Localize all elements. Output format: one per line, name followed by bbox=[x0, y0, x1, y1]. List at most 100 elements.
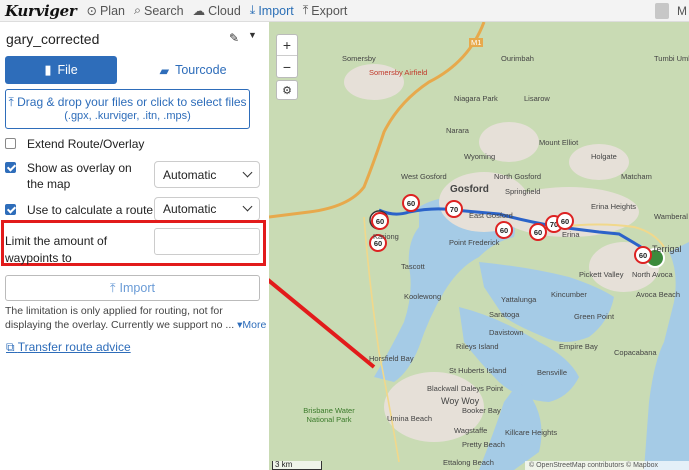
zoom-control: + − bbox=[276, 34, 298, 78]
place-label: Kincumber bbox=[551, 290, 587, 299]
tab-tourcode[interactable]: ▰ Tourcode bbox=[124, 56, 262, 84]
limitation-note: The limitation is only applied for routi… bbox=[5, 305, 267, 331]
user-menu-initial[interactable]: M bbox=[677, 4, 687, 18]
speed-limit-sign: 60 bbox=[402, 194, 420, 212]
upload-icon: ⤒ bbox=[110, 280, 116, 295]
place-label: Pickett Valley bbox=[579, 270, 624, 279]
place-label: Kariong bbox=[373, 232, 399, 241]
speed-limit-sign: 60 bbox=[371, 212, 389, 230]
nav-export[interactable]: ⤒ Export bbox=[303, 3, 348, 18]
nav-plan[interactable]: ⊙ Plan bbox=[86, 3, 125, 19]
place-label: Copacabana bbox=[614, 348, 657, 357]
place-label: Somersby bbox=[342, 54, 376, 63]
tab-file[interactable]: ▮ File bbox=[5, 56, 117, 84]
calculate-route-checkbox[interactable] bbox=[5, 204, 16, 215]
speed-limit-sign: 60 bbox=[634, 246, 652, 264]
import-icon: ⤓ bbox=[249, 3, 256, 17]
place-label: Erina bbox=[562, 230, 580, 239]
speed-limit-sign: 60 bbox=[556, 212, 574, 230]
compass-icon: ⊙ bbox=[86, 4, 97, 18]
top-nav-bar: Kurviger ⊙ Plan ⌕ Search ☁ Cloud ⤓ Import ⤒ E… bbox=[0, 0, 689, 22]
file-icon: ▮ bbox=[44, 62, 52, 77]
extend-route-checkbox[interactable] bbox=[5, 138, 16, 149]
calculate-select[interactable]: Automatic bbox=[154, 197, 260, 221]
overlay-checkbox[interactable] bbox=[5, 162, 16, 173]
place-label: Saratoga bbox=[489, 310, 520, 319]
map-settings-button[interactable]: ⚙ bbox=[276, 80, 298, 100]
place-label: Rileys Island bbox=[456, 342, 499, 351]
more-link[interactable]: ▾More bbox=[237, 319, 266, 331]
overlay-label: Show as overlay on the map bbox=[27, 161, 132, 191]
place-label: Gosford bbox=[450, 184, 489, 195]
place-label: Wamberal bbox=[654, 212, 688, 221]
extend-route-row[interactable]: Extend Route/Overlay bbox=[5, 137, 144, 151]
file-dropzone[interactable]: ⤒ Drag & drop your files or click to sel… bbox=[5, 89, 250, 129]
place-label: Holgate bbox=[591, 152, 617, 161]
nav-import[interactable]: ⤓ Import bbox=[250, 3, 294, 18]
place-label: Davistown bbox=[489, 328, 524, 337]
place-label: Erina Heights bbox=[591, 202, 637, 211]
place-label: St Huberts Island bbox=[449, 366, 507, 375]
place-label: Tumbi Umbi bbox=[654, 54, 689, 63]
cloud-icon: ☁ bbox=[192, 4, 206, 18]
external-link-icon: ⧉ bbox=[6, 340, 15, 354]
place-label: Umina Beach bbox=[387, 414, 433, 423]
import-panel: gary_corrected ✎ ▼ ▮ File ▰ Tourcode ⤒ D… bbox=[0, 22, 269, 470]
place-label: Ourimbah bbox=[501, 54, 534, 63]
place-label: Point Frederick bbox=[449, 238, 500, 247]
route-name: gary_corrected bbox=[6, 31, 100, 47]
book-icon: ▰ bbox=[159, 63, 170, 78]
place-label: Pretty Beach bbox=[462, 440, 505, 449]
speed-limit-sign: 60 bbox=[495, 221, 513, 239]
nav-search[interactable]: ⌕ Search bbox=[134, 3, 184, 18]
caret-down-icon[interactable]: ▼ bbox=[248, 30, 257, 40]
place-label: Koolewong bbox=[404, 292, 442, 301]
place-label: Daleys Point bbox=[461, 384, 504, 393]
place-label: Killcare Heights bbox=[505, 428, 558, 437]
map-attribution[interactable]: © OpenStreetMap contributors © Mapbox bbox=[525, 461, 689, 470]
zoom-in-button[interactable]: + bbox=[277, 35, 297, 56]
place-label: Wagstaffe bbox=[454, 426, 488, 435]
place-label: Blackwall bbox=[427, 384, 459, 393]
calculate-route-label: Use to calculate a route bbox=[27, 203, 154, 217]
place-label: Somersby Airfield bbox=[369, 68, 428, 77]
place-label: Lisarow bbox=[524, 94, 550, 103]
transfer-route-advice-link[interactable]: ⧉ Transfer route advice bbox=[6, 340, 131, 355]
zoom-out-button[interactable]: − bbox=[277, 56, 297, 77]
limit-waypoints-input[interactable] bbox=[154, 228, 260, 255]
import-button[interactable]: ⤒ Import bbox=[5, 275, 260, 301]
overlay-row[interactable]: Show as overlay on the map bbox=[5, 160, 145, 192]
extend-route-label: Extend Route/Overlay bbox=[27, 137, 145, 151]
place-label: Horsfield Bay bbox=[369, 354, 414, 363]
place-label: Booker Bay bbox=[462, 406, 501, 415]
nav-cloud[interactable]: ☁ Cloud bbox=[192, 3, 241, 19]
map-scale: 3 km bbox=[272, 461, 322, 470]
place-label: Wyoming bbox=[464, 152, 496, 161]
kurviger-logo[interactable]: Kurviger bbox=[5, 2, 77, 20]
motorway-label: M1 bbox=[469, 38, 484, 47]
export-icon: ⤒ bbox=[302, 3, 309, 17]
user-avatar-icon[interactable] bbox=[655, 3, 669, 19]
limit-waypoints-label: Limit the amount of waypoints to bbox=[5, 234, 108, 265]
place-label: North Avoca bbox=[632, 270, 673, 279]
calculate-route-row[interactable]: Use to calculate a route bbox=[5, 203, 153, 217]
upload-icon: ⤒ bbox=[8, 95, 18, 109]
place-label: East Gosford bbox=[469, 211, 513, 220]
place-label: Matcham bbox=[621, 172, 652, 181]
speed-limit-sign: 70 bbox=[445, 200, 463, 218]
park-label: Brisbane Water National Park bbox=[303, 406, 355, 424]
place-label: Avoca Beach bbox=[636, 290, 681, 299]
place-label: Mount Elliot bbox=[539, 138, 579, 147]
map-view[interactable]: 60 60 70 60 60 70 60 60 60 Somersby Some… bbox=[269, 22, 689, 470]
place-label: West Gosford bbox=[401, 172, 447, 181]
pencil-icon[interactable]: ✎ bbox=[229, 31, 239, 45]
chevron-down-icon bbox=[242, 201, 253, 212]
place-label: Woy Woy bbox=[441, 396, 480, 406]
overlay-select[interactable]: Automatic bbox=[154, 161, 260, 188]
place-label: Bensville bbox=[537, 368, 568, 377]
place-label: Springfield bbox=[505, 187, 541, 196]
chevron-down-icon bbox=[242, 167, 253, 178]
place-label: Ettalong Beach bbox=[443, 458, 494, 467]
place-label: Yattalunga bbox=[501, 295, 537, 304]
place-label: Terrigal bbox=[652, 244, 682, 254]
